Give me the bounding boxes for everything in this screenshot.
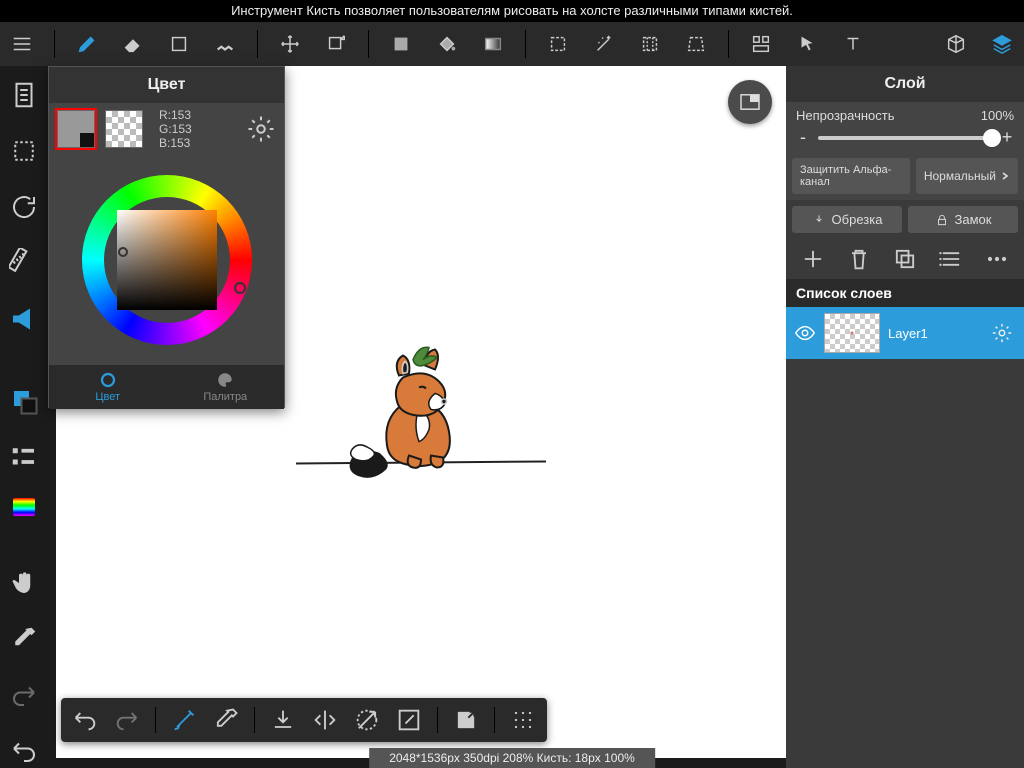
status-bar: 2048*1536px 350dpi 208% Кисть: 18px 100% xyxy=(369,748,655,768)
transform-tool[interactable] xyxy=(322,30,350,58)
3d-cube-button[interactable] xyxy=(942,30,970,58)
layer-thumbnail xyxy=(824,313,880,353)
top-toolbar xyxy=(0,22,1024,66)
color-panel: Цвет R:153 G:153 B:153 Цвет Палитра xyxy=(48,66,285,408)
layer-tools-row xyxy=(786,239,1024,279)
opacity-value: 100% xyxy=(981,108,1014,123)
tooltip-bar: Инструмент Кисть позволяет пользователям… xyxy=(0,0,1024,22)
reload-icon[interactable] xyxy=(9,192,39,222)
layer-list-header: Список слоев xyxy=(786,279,1024,307)
ruler-icon[interactable] xyxy=(9,248,39,278)
crop-button[interactable]: Обрезка xyxy=(792,206,902,233)
redo-icon[interactable] xyxy=(9,680,39,710)
crop-tool[interactable] xyxy=(636,30,664,58)
rgb-readout: R:153 G:153 B:153 xyxy=(159,108,192,150)
layers-toggle-button[interactable] xyxy=(988,30,1016,58)
eyedropper-icon[interactable] xyxy=(9,624,39,654)
marquee-tool[interactable] xyxy=(544,30,572,58)
color-picker-button[interactable] xyxy=(212,706,240,734)
bottom-toolbar xyxy=(61,698,547,742)
add-layer-button[interactable] xyxy=(799,245,827,273)
move-tool[interactable] xyxy=(276,30,304,58)
layer-properties-button[interactable] xyxy=(937,245,965,273)
undo-button[interactable] xyxy=(71,706,99,734)
grid-button[interactable] xyxy=(509,706,537,734)
pointer-tool[interactable] xyxy=(793,30,821,58)
export-button[interactable] xyxy=(452,706,480,734)
rainbow-icon[interactable] xyxy=(9,498,39,516)
list-icon[interactable] xyxy=(9,442,39,472)
brush-edit-button[interactable] xyxy=(170,706,198,734)
layer-opacity-section: Непрозрачность 100% - + xyxy=(786,102,1024,152)
layer-list: Layer1 xyxy=(786,307,1024,768)
bucket-tool[interactable] xyxy=(433,30,461,58)
magic-wand-tool[interactable] xyxy=(590,30,618,58)
gradient-tool[interactable] xyxy=(479,30,507,58)
undo-icon[interactable] xyxy=(9,736,39,766)
layer-settings-button[interactable] xyxy=(986,317,1018,349)
color-settings-button[interactable] xyxy=(246,114,276,144)
color-panel-title: Цвет xyxy=(49,67,284,103)
lasso-button[interactable] xyxy=(353,706,381,734)
redo-button[interactable] xyxy=(113,706,141,734)
color-swatch-row: R:153 G:153 B:153 xyxy=(49,103,284,155)
opacity-plus[interactable]: + xyxy=(1000,127,1014,148)
text-tool[interactable] xyxy=(839,30,867,58)
color-wheel[interactable] xyxy=(49,155,284,365)
hand-icon[interactable] xyxy=(9,568,39,598)
mirror-button[interactable] xyxy=(311,706,339,734)
palette-tab[interactable]: Палитра xyxy=(167,365,285,409)
selection-icon[interactable] xyxy=(9,136,39,166)
opacity-slider[interactable] xyxy=(818,136,992,140)
layer-name: Layer1 xyxy=(888,326,928,341)
layers-panel-title: Слой xyxy=(786,66,1024,102)
announce-icon[interactable] xyxy=(9,304,39,334)
background-swatch[interactable] xyxy=(105,110,143,148)
import-button[interactable] xyxy=(269,706,297,734)
blend-mode-button[interactable]: Нормальный xyxy=(916,158,1018,194)
layers-panel: Слой Непрозрачность 100% - + Защитить Ал… xyxy=(786,66,1024,768)
visibility-icon[interactable] xyxy=(794,322,816,344)
arrange-tool[interactable] xyxy=(747,30,775,58)
left-toolbar xyxy=(0,66,48,768)
canvas-artwork xyxy=(291,336,551,506)
dual-rect-icon[interactable] xyxy=(9,386,39,416)
delete-layer-button[interactable] xyxy=(845,245,873,273)
shape-tool[interactable] xyxy=(165,30,193,58)
smudge-tool[interactable] xyxy=(211,30,239,58)
foreground-swatch[interactable] xyxy=(57,110,95,148)
lock-button[interactable]: Замок xyxy=(908,206,1018,233)
opacity-minus[interactable]: - xyxy=(796,127,810,148)
menu-button[interactable] xyxy=(8,30,36,58)
document-icon[interactable] xyxy=(9,80,39,110)
reference-window-button[interactable] xyxy=(728,80,772,124)
edit-button[interactable] xyxy=(395,706,423,734)
layer-more-button[interactable] xyxy=(983,245,1011,273)
opacity-label: Непрозрачность xyxy=(796,108,895,123)
brush-tool[interactable] xyxy=(73,30,101,58)
perspective-tool[interactable] xyxy=(682,30,710,58)
color-tab[interactable]: Цвет xyxy=(49,365,167,409)
color-panel-tabs: Цвет Палитра xyxy=(49,365,284,409)
duplicate-layer-button[interactable] xyxy=(891,245,919,273)
eraser-tool[interactable] xyxy=(119,30,147,58)
fill-rect-tool[interactable] xyxy=(387,30,415,58)
protect-alpha-button[interactable]: Защитить Альфа-канал xyxy=(792,158,910,194)
